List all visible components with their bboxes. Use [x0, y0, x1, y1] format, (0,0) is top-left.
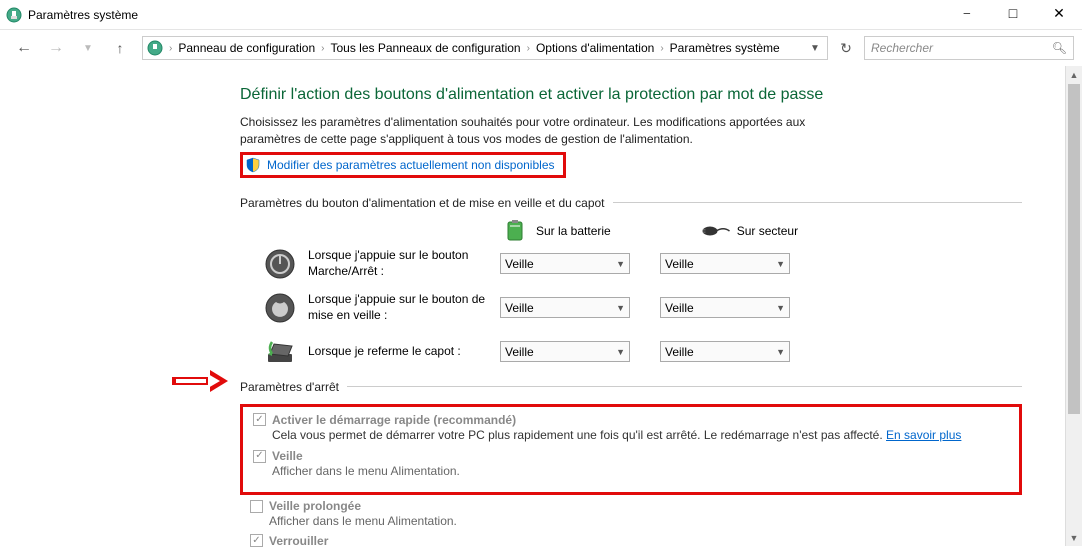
- search-box[interactable]: 🔍︎: [864, 36, 1074, 60]
- breadcrumb-sep: ›: [319, 43, 326, 54]
- sleep-label: Veille: [272, 449, 303, 463]
- sleep-desc: Afficher dans le menu Alimentation.: [272, 463, 1009, 480]
- control-panel-icon: [6, 7, 22, 23]
- breadcrumb-sep: ›: [167, 43, 174, 54]
- scroll-up-arrow[interactable]: ▲: [1066, 66, 1082, 83]
- chevron-down-icon: ▼: [616, 259, 625, 269]
- lid-plugged-select[interactable]: Veille▼: [660, 341, 790, 362]
- sleep-button-plugged-select[interactable]: Veille▼: [660, 297, 790, 318]
- sleep-button-battery-select[interactable]: Veille▼: [500, 297, 630, 318]
- modify-settings-link[interactable]: Modifier des paramètres actuellement non…: [267, 158, 555, 172]
- breadcrumb[interactable]: › Panneau de configuration › Tous les Pa…: [142, 36, 828, 60]
- fast-startup-checkbox[interactable]: [253, 413, 266, 426]
- content-pane: Définir l'action des boutons d'alimentat…: [0, 66, 1082, 548]
- lid-close-label: Lorsque je referme le capot :: [308, 344, 500, 360]
- page-subtitle: Choisissez les paramètres d'alimentation…: [240, 114, 840, 148]
- shield-icon: [245, 157, 261, 173]
- maximize-button[interactable]: □: [990, 0, 1036, 30]
- power-button-plugged-select[interactable]: Veille▼: [660, 253, 790, 274]
- scroll-down-arrow[interactable]: ▼: [1066, 529, 1082, 546]
- plug-icon: [701, 220, 731, 242]
- lid-close-row: Lorsque je referme le capot : Veille▼ Ve…: [240, 336, 1022, 368]
- power-button-label: Lorsque j'appuie sur le bouton Marche/Ar…: [308, 248, 500, 279]
- breadcrumb-sep: ›: [525, 43, 532, 54]
- highlighted-shutdown-box: Activer le démarrage rapide (recommandé)…: [240, 404, 1022, 496]
- back-button[interactable]: ←: [12, 36, 36, 60]
- hibernate-label: Veille prolongée: [269, 499, 361, 513]
- chevron-down-icon: ▼: [776, 347, 785, 357]
- fast-startup-label: Activer le démarrage rapide (recommandé): [272, 413, 516, 427]
- minimize-button[interactable]: −: [944, 0, 990, 30]
- annotation-arrow-icon: [172, 370, 228, 392]
- breadcrumb-item[interactable]: Paramètres système: [666, 41, 784, 55]
- forward-button[interactable]: →: [44, 36, 68, 60]
- shutdown-group-header: Paramètres d'arrêt: [240, 380, 1022, 394]
- chevron-down-icon: ▼: [616, 303, 625, 313]
- chevron-down-icon: ▼: [616, 347, 625, 357]
- page-title: Définir l'action des boutons d'alimentat…: [240, 86, 1022, 104]
- power-button-row: Lorsque j'appuie sur le bouton Marche/Ar…: [240, 248, 1022, 280]
- chevron-down-icon: ▼: [776, 303, 785, 313]
- refresh-button[interactable]: ↻: [834, 36, 858, 60]
- navbar: ← → ▼ ↑ › Panneau de configuration › Tou…: [0, 30, 1082, 66]
- highlighted-modify-link: Modifier des paramètres actuellement non…: [240, 152, 566, 178]
- scrollbar-thumb[interactable]: [1068, 84, 1080, 414]
- window-title: Paramètres système: [28, 8, 138, 22]
- power-button-battery-select[interactable]: Veille▼: [500, 253, 630, 274]
- sleep-button-icon: [264, 292, 296, 324]
- battery-column-label: Sur la batterie: [536, 224, 611, 238]
- hibernate-desc: Afficher dans le menu Alimentation.: [269, 513, 1022, 530]
- buttons-group-header: Paramètres du bouton d'alimentation et d…: [240, 196, 1022, 210]
- titlebar: Paramètres système − □ ✕: [0, 0, 1082, 30]
- laptop-lid-icon: [264, 336, 296, 368]
- control-panel-icon: [147, 40, 163, 56]
- breadcrumb-item[interactable]: Tous les Panneaux de configuration: [326, 41, 524, 55]
- search-icon: 🔍︎: [1052, 41, 1067, 55]
- sleep-button-row: Lorsque j'appuie sur le bouton de mise e…: [240, 292, 1022, 324]
- learn-more-link[interactable]: En savoir plus: [886, 428, 961, 442]
- hibernate-checkbox[interactable]: [250, 500, 263, 513]
- breadcrumb-item[interactable]: Panneau de configuration: [174, 41, 319, 55]
- breadcrumb-dropdown[interactable]: ▼: [807, 43, 823, 54]
- close-button[interactable]: ✕: [1036, 0, 1082, 30]
- chevron-down-icon: ▼: [776, 259, 785, 269]
- sleep-button-label: Lorsque j'appuie sur le bouton de mise e…: [308, 292, 500, 323]
- fast-startup-desc: Cela vous permet de démarrer votre PC pl…: [272, 427, 1009, 444]
- breadcrumb-item[interactable]: Options d'alimentation: [532, 41, 658, 55]
- power-column-headers: Sur la batterie Sur secteur: [500, 220, 1022, 242]
- plugged-column-label: Sur secteur: [737, 224, 798, 238]
- recent-dropdown[interactable]: ▼: [76, 36, 100, 60]
- power-button-icon: [264, 248, 296, 280]
- lid-battery-select[interactable]: Veille▼: [500, 341, 630, 362]
- sleep-checkbox[interactable]: [253, 450, 266, 463]
- breadcrumb-sep: ›: [658, 43, 665, 54]
- battery-icon: [500, 220, 530, 242]
- vertical-scrollbar[interactable]: ▲ ▼: [1065, 66, 1082, 546]
- search-input[interactable]: [871, 41, 1052, 55]
- up-button[interactable]: ↑: [108, 36, 132, 60]
